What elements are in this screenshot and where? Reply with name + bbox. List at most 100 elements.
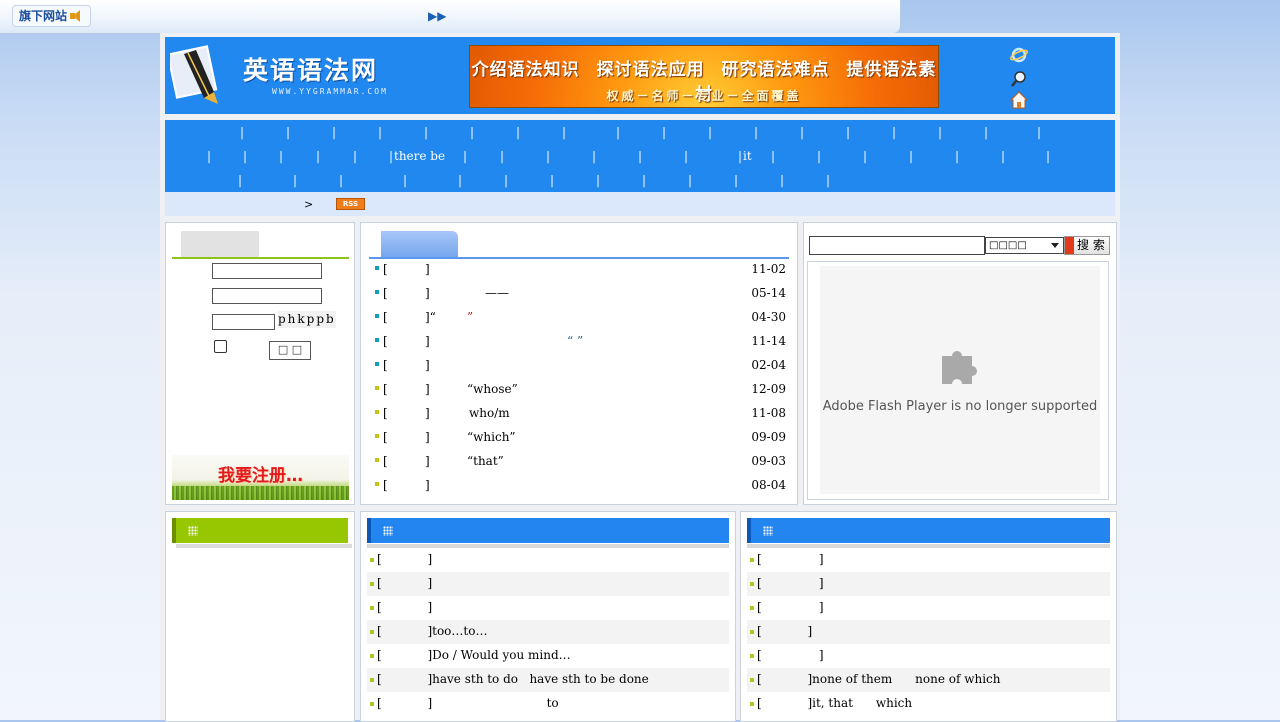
list-item-text[interactable]: [ ] [757,648,824,662]
search-button-accent [1065,237,1074,254]
nav-separator: | [800,125,805,139]
news-title[interactable]: “that” [467,454,504,468]
nav-separator: | [293,173,298,187]
list-item-text[interactable]: [ ] [377,600,432,614]
login-button[interactable]: □ □ [269,341,311,360]
news-title[interactable]: “which” [467,430,516,444]
sister-sites-button[interactable]: 旗下网站 [12,5,92,27]
search-button[interactable]: 搜 索 [1064,236,1110,255]
flash-container: Adobe Flash Player is no longer supporte… [807,261,1109,500]
list-item-text[interactable]: [ ]have sth to do have sth to be done [377,672,649,686]
list-item-text[interactable]: [ ] to [377,696,559,710]
nav-separator: | [938,125,943,139]
list-item[interactable]: [ ] [367,572,729,596]
bullet-icon [375,482,379,486]
news-item[interactable]: [] “that” 09-03 [373,452,787,472]
news-item[interactable]: [] 11-02 [373,260,787,280]
nav-separator: | [642,173,647,187]
password-input[interactable] [212,288,322,304]
pen-logo-icon[interactable] [170,44,226,106]
home-icon[interactable] [1010,91,1028,109]
list-item[interactable]: [ ] [367,596,729,620]
list-item[interactable]: [ ] [747,548,1110,572]
bullet-icon [370,558,374,562]
dots-icon [188,526,198,536]
remember-checkbox[interactable] [214,340,227,353]
captcha-text: phkppb [278,312,336,326]
news-category-open: [ [383,334,388,348]
bullet-icon [375,314,379,318]
nav-link-it[interactable]: it [743,149,752,163]
list-item[interactable]: [ ] [747,572,1110,596]
news-item[interactable]: []“ ” 04-30 [373,308,787,328]
promo-banner[interactable]: 介绍语法知识 探讨语法应用 研究语法难点 提供语法素材 权威－名师－专业－全面覆… [469,45,939,108]
nav-separator: | [909,149,914,163]
list-item-text[interactable]: [ ] [757,552,824,566]
list-item[interactable]: [ ] to [367,692,729,716]
bullet-icon [750,558,754,562]
news-title[interactable]: “ ” [567,334,583,348]
list-item-text[interactable]: [ ] [757,624,812,638]
news-item[interactable]: [] “ ” 11-14 [373,332,787,352]
list-item[interactable]: [ ]have sth to do have sth to be done [367,668,729,692]
lower-middle-header [367,518,729,548]
bullet-icon [750,702,754,706]
login-tab[interactable] [181,231,259,257]
username-input[interactable] [212,263,322,279]
dots-icon [383,526,393,536]
nav-separator: | [662,125,667,139]
news-item[interactable]: [] 02-04 [373,356,787,376]
news-item[interactable]: [] “which” 09-09 [373,428,787,448]
list-item-text[interactable]: [ ] [757,600,824,614]
list-item[interactable]: [ ]none of them none of which [747,668,1110,692]
list-item-text[interactable]: [ ]Do / Would you mind… [377,648,571,662]
flash-placeholder[interactable]: Adobe Flash Player is no longer supporte… [820,266,1100,494]
news-title[interactable]: who/m [469,406,510,420]
captcha-image[interactable]: phkppb [278,311,336,328]
news-title[interactable]: “whose” [467,382,518,396]
nav-link-there-be[interactable]: there be [394,149,445,163]
news-tab[interactable] [381,231,458,257]
news-category-open: [ [383,454,388,468]
nav-separator: | [638,149,643,163]
register-text: 我要注册… [218,466,303,486]
scroll-arrows-icon[interactable]: ▶▶ [428,9,446,23]
nav-separator: | [316,149,321,163]
list-item-text[interactable]: [ ]it, that which [757,696,912,710]
list-item-text[interactable]: [ ]none of them none of which [757,672,1001,686]
news-category-close: ] [425,286,430,300]
list-item[interactable]: [ ] [367,548,729,572]
bullet-icon [750,630,754,634]
register-banner[interactable]: 我要注册… [172,455,349,500]
news-title[interactable]: —— [485,286,509,300]
bullet-icon [370,654,374,658]
flash-message: Adobe Flash Player is no longer supporte… [822,399,1098,414]
list-item[interactable]: [ ] [747,644,1110,668]
news-item[interactable]: [] “whose” 12-09 [373,380,787,400]
list-item-text[interactable]: [ ] [377,552,432,566]
nav-separator: | [754,125,759,139]
news-item[interactable]: [] —— 05-14 [373,284,787,304]
nav-separator: | [424,125,429,139]
list-item-text[interactable]: [ ] [377,576,432,590]
nav-separator: | [771,149,776,163]
news-item[interactable]: [] 08-04 [373,476,787,496]
news-date: 11-14 [751,334,786,348]
rss-icon[interactable]: RSS [336,198,365,210]
list-item[interactable]: [ ]too…to… [367,620,729,644]
news-date: 08-04 [751,478,786,492]
search-input[interactable] [809,236,985,255]
list-item[interactable]: [ ]Do / Would you mind… [367,644,729,668]
list-item[interactable]: [ ] [747,620,1110,644]
list-item-text[interactable]: [ ]too…to… [377,624,487,638]
list-item-text[interactable]: [ ] [757,576,824,590]
captcha-input[interactable] [212,314,275,330]
browser-icon[interactable] [1010,46,1028,64]
search-magnifier-icon[interactable] [1010,70,1028,88]
search-category-select[interactable]: □□□□ [985,237,1064,254]
list-item[interactable]: [ ] [747,596,1110,620]
site-name[interactable]: 英语语法网 [243,51,378,87]
news-item[interactable]: [] who/m 11-08 [373,404,787,424]
list-item[interactable]: [ ]it, that which [747,692,1110,716]
news-title[interactable]: ” [467,310,473,324]
